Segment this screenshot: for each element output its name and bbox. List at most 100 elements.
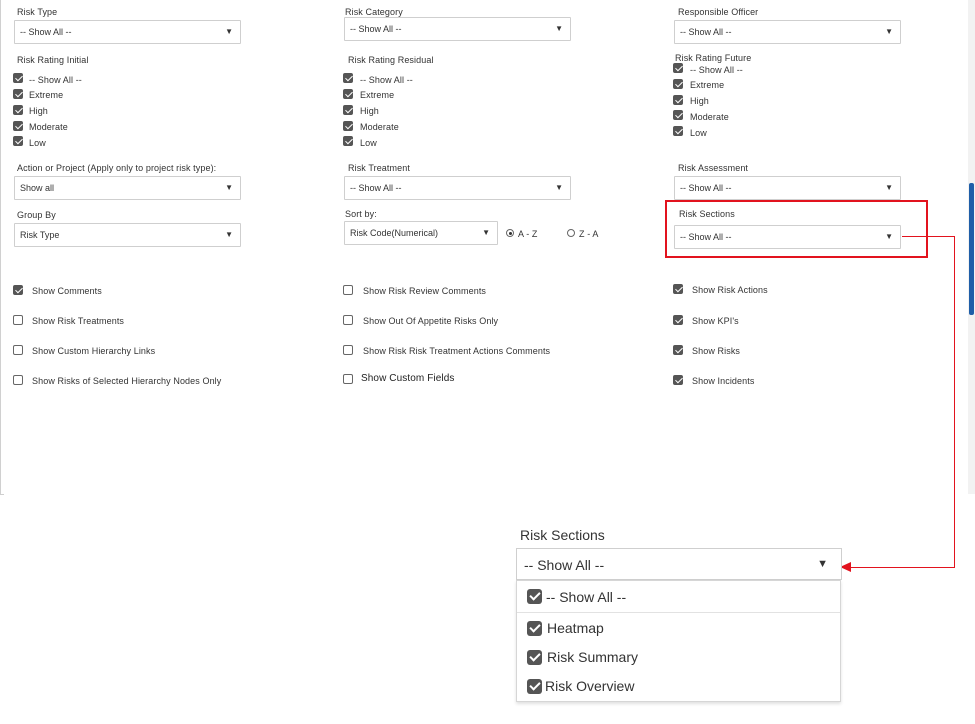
rating-future-low-checkbox[interactable] [673, 126, 683, 136]
show-risks-checkbox[interactable] [673, 345, 683, 355]
rating-future-high-label: High [690, 96, 709, 106]
show-custom-fields-label: Show Custom Fields [361, 373, 455, 384]
show-risk-review-comments-checkbox[interactable] [343, 285, 353, 295]
group-by-select[interactable]: Risk Type ▼ [14, 223, 241, 247]
group-by-label: Group By [17, 210, 56, 220]
rating-future-extreme-label: Extreme [690, 80, 725, 90]
chevron-down-icon: ▼ [817, 558, 828, 570]
show-risk-treatments-checkbox[interactable] [13, 315, 23, 325]
action-or-project-select[interactable]: Show all ▼ [14, 176, 241, 200]
risk-treatment-label: Risk Treatment [348, 163, 410, 173]
sort-by-select[interactable]: Risk Code(Numerical) ▼ [344, 221, 498, 245]
risk-type-select[interactable]: -- Show All -- ▼ [14, 20, 241, 44]
show-risks-selected-nodes-label: Show Risks of Selected Hierarchy Nodes O… [32, 376, 222, 386]
show-risk-actions-checkbox[interactable] [673, 284, 683, 294]
option-risk-overview-checkbox[interactable] [527, 679, 542, 694]
panel-bottom-edge [0, 494, 4, 495]
risk-category-select[interactable]: -- Show All -- ▼ [344, 17, 571, 41]
rating-initial-low-checkbox[interactable] [13, 136, 23, 146]
chevron-down-icon: ▼ [225, 230, 233, 239]
rating-future-moderate-checkbox[interactable] [673, 110, 683, 120]
rating-initial-moderate-label: Moderate [29, 122, 68, 132]
option-risk-summary-label[interactable]: Risk Summary [547, 649, 638, 665]
sort-az-radio[interactable] [506, 229, 514, 237]
option-heatmap-label[interactable]: Heatmap [547, 620, 604, 636]
option-risk-summary-checkbox[interactable] [527, 650, 542, 665]
scrollbar-thumb[interactable] [969, 183, 974, 315]
rating-residual-low-checkbox[interactable] [343, 136, 353, 146]
show-out-of-appetite-label: Show Out Of Appetite Risks Only [363, 316, 499, 326]
option-show-all-checkbox[interactable] [527, 589, 542, 604]
rating-residual-moderate-checkbox[interactable] [343, 121, 353, 131]
risk-category-value: -- Show All -- [350, 24, 402, 34]
responsible-officer-label: Responsible Officer [678, 7, 759, 17]
show-custom-hierarchy-links-checkbox[interactable] [13, 345, 23, 355]
risk-treatment-value: -- Show All -- [350, 183, 402, 193]
vertical-scrollbar[interactable] [968, 0, 975, 494]
rating-future-moderate-label: Moderate [690, 112, 729, 122]
chevron-down-icon: ▼ [225, 183, 233, 192]
sort-za-radio[interactable] [567, 229, 575, 237]
sort-za-label: Z - A [579, 229, 599, 239]
rating-initial-show-all-label: -- Show All -- [29, 75, 82, 85]
chevron-down-icon: ▼ [482, 228, 490, 237]
zoom-risk-sections-value: -- Show All -- [524, 557, 605, 573]
action-or-project-label: Action or Project (Apply only to project… [17, 163, 217, 173]
chevron-down-icon: ▼ [885, 183, 893, 192]
show-kpis-label: Show KPI's [692, 316, 739, 326]
rating-residual-extreme-label: Extreme [360, 90, 395, 100]
rating-future-high-checkbox[interactable] [673, 95, 683, 105]
risk-assessment-value: -- Show All -- [680, 183, 732, 193]
rating-initial-high-label: High [29, 106, 48, 116]
show-custom-hierarchy-links-label: Show Custom Hierarchy Links [32, 346, 156, 356]
risk-treatment-select[interactable]: -- Show All -- ▼ [344, 176, 571, 200]
show-treatment-actions-comments-checkbox[interactable] [343, 345, 353, 355]
rating-residual-extreme-checkbox[interactable] [343, 89, 353, 99]
zoom-risk-sections-select[interactable]: -- Show All -- ▼ [516, 548, 842, 580]
show-treatment-actions-comments-label: Show Risk Risk Treatment Actions Comment… [363, 346, 551, 356]
sort-az-label: A - Z [518, 229, 538, 239]
dropdown-divider [517, 612, 840, 613]
rating-future-extreme-checkbox[interactable] [673, 79, 683, 89]
show-risks-selected-nodes-checkbox[interactable] [13, 375, 23, 385]
risk-sections-dropdown-list: -- Show All -- Heatmap Risk Summary Risk… [516, 580, 841, 702]
rating-future-low-label: Low [690, 128, 707, 138]
option-heatmap-checkbox[interactable] [527, 621, 542, 636]
rating-initial-extreme-checkbox[interactable] [13, 89, 23, 99]
rating-initial-extreme-label: Extreme [29, 90, 64, 100]
callout-line [954, 236, 955, 567]
show-risks-label: Show Risks [692, 346, 741, 356]
chevron-down-icon: ▼ [555, 24, 563, 33]
chevron-down-icon: ▼ [555, 183, 563, 192]
show-custom-fields-checkbox[interactable] [343, 374, 353, 384]
responsible-officer-value: -- Show All -- [680, 27, 732, 37]
rating-future-show-all-checkbox[interactable] [673, 63, 683, 73]
rating-initial-moderate-checkbox[interactable] [13, 121, 23, 131]
show-comments-checkbox[interactable] [13, 285, 23, 295]
risk-rating-initial-label: Risk Rating Initial [17, 55, 89, 65]
rating-residual-high-label: High [360, 106, 379, 116]
callout-line [850, 567, 955, 568]
risk-rating-future-label: Risk Rating Future [675, 53, 752, 63]
rating-residual-show-all-label: -- Show All -- [360, 75, 413, 85]
rating-residual-high-checkbox[interactable] [343, 105, 353, 115]
risk-type-value: -- Show All -- [20, 27, 72, 37]
risk-assessment-label: Risk Assessment [678, 163, 749, 173]
show-comments-label: Show Comments [32, 286, 102, 296]
show-incidents-checkbox[interactable] [673, 375, 683, 385]
risk-rating-residual-label: Risk Rating Residual [348, 55, 434, 65]
option-show-all-label[interactable]: -- Show All -- [546, 589, 626, 605]
group-by-value: Risk Type [20, 230, 60, 240]
show-kpis-checkbox[interactable] [673, 315, 683, 325]
rating-initial-show-all-checkbox[interactable] [13, 73, 23, 83]
rating-residual-show-all-checkbox[interactable] [343, 73, 353, 83]
rating-initial-high-checkbox[interactable] [13, 105, 23, 115]
rating-initial-low-label: Low [29, 138, 46, 148]
show-risk-actions-label: Show Risk Actions [692, 285, 768, 295]
option-risk-overview-label[interactable]: Risk Overview [545, 678, 634, 694]
chevron-down-icon: ▼ [885, 27, 893, 36]
responsible-officer-select[interactable]: -- Show All -- ▼ [674, 20, 901, 44]
show-out-of-appetite-checkbox[interactable] [343, 315, 353, 325]
risk-assessment-select[interactable]: -- Show All -- ▼ [674, 176, 901, 200]
risk-sections-highlight-box [665, 200, 928, 258]
